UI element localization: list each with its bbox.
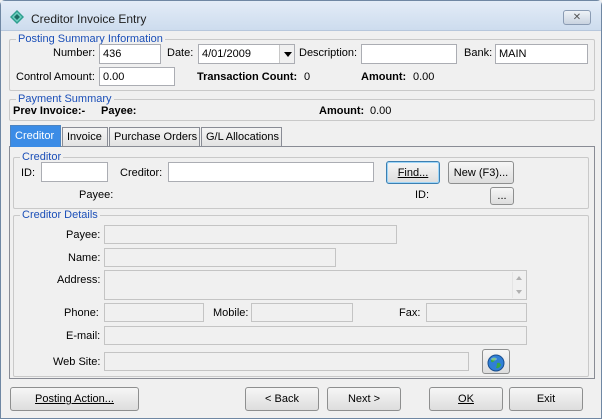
diamond-app-icon [10,10,24,24]
details-payee-label: Payee: [66,229,101,241]
details-website-label: Web Site: [53,356,101,368]
creditor-payee-id-label: ID: [415,189,430,201]
control-amount-label: Control Amount: [16,71,95,83]
details-payee-field[interactable] [104,225,397,244]
creditor-invoice-window: Creditor Invoice Entry ✕ Posting Summary… [0,0,602,419]
details-mobile-field[interactable] [251,303,353,322]
ok-button-label: OK [458,393,474,405]
bank-field[interactable]: MAIN [495,44,588,64]
close-icon: ✕ [572,12,582,23]
details-address-label: Address: [57,274,101,286]
new-creditor-button[interactable]: New (F3)... [448,161,514,184]
details-name-label: Name: [68,252,101,264]
chevron-down-icon[interactable] [279,45,294,63]
posting-action-button-label: Posting Action... [35,393,114,405]
description-field[interactable] [361,44,457,64]
number-field[interactable]: 436 [99,44,161,64]
tab-purchase-orders-label: Purchase Orders [114,131,198,143]
details-email-label: E-mail: [66,330,101,342]
tab-gl-allocations-label: G/L Allocations [206,131,279,143]
number-label: Number: [53,47,96,59]
next-button[interactable]: Next > [327,387,401,411]
back-button-label: < Back [265,393,299,405]
creditor-name-field[interactable] [168,162,374,182]
tab-creditor[interactable]: Creditor [10,125,61,147]
find-button[interactable]: Find... [386,161,440,184]
date-combo[interactable]: 4/01/2009 [198,44,295,64]
creditor-id-label: ID: [21,167,36,179]
payment-summary-legend: Payment Summary [16,93,114,105]
payment-payee-label: Payee: [101,105,137,117]
posting-amount-value: 0.00 [413,71,435,83]
tab-invoice[interactable]: Invoice [62,127,108,146]
scroll-down-icon[interactable] [516,290,522,294]
globe-icon [487,354,505,371]
details-website-field[interactable] [104,352,469,371]
creditor-name-label: Creditor: [120,167,163,179]
bank-label: Bank: [464,47,493,59]
posting-action-button[interactable]: Posting Action... [10,387,139,411]
window-title: Creditor Invoice Entry [31,12,147,26]
tab-creditor-label: Creditor [15,130,55,142]
transaction-count-label: Transaction Count: [197,71,298,83]
details-name-field[interactable] [104,248,336,267]
open-website-button[interactable] [482,349,510,374]
payee-lookup-button-label: ... [497,190,507,202]
date-value: 4/01/2009 [202,48,251,60]
back-button[interactable]: < Back [245,387,319,411]
scroll-up-icon[interactable] [516,276,522,280]
payment-amount-label: Amount: [319,105,365,117]
exit-button[interactable]: Exit [509,387,583,411]
tab-gl-allocations[interactable]: G/L Allocations [201,127,282,146]
next-button-label: Next > [347,393,381,405]
details-email-field[interactable] [104,326,527,345]
description-label: Description: [299,47,358,59]
details-phone-field[interactable] [104,303,204,322]
prev-invoice-label: Prev Invoice:- [13,105,86,117]
details-fax-label: Fax: [399,307,421,319]
address-scrollbar[interactable] [512,272,525,298]
details-mobile-label: Mobile: [213,307,249,319]
creditor-id-field[interactable] [41,162,108,182]
ok-button[interactable]: OK [429,387,503,411]
posting-amount-label: Amount: [361,71,407,83]
new-creditor-button-label: New (F3)... [453,166,509,179]
details-phone-label: Phone: [64,307,99,319]
transaction-count-value: 0 [304,71,311,83]
payment-summary-group: Payment Summary [9,93,595,121]
exit-button-label: Exit [536,393,556,405]
details-address-field[interactable] [104,270,527,300]
close-button[interactable]: ✕ [563,10,591,25]
tab-invoice-label: Invoice [67,131,102,143]
details-fax-field[interactable] [426,303,527,322]
payment-amount-value: 0.00 [370,105,392,117]
find-button-label: Find... [397,166,429,179]
control-amount-field[interactable]: 0.00 [99,67,175,86]
title-bar: Creditor Invoice Entry ✕ [1,1,601,31]
creditor-payee-label: Payee: [79,189,114,201]
payee-lookup-button[interactable]: ... [490,187,514,205]
date-label: Date: [167,47,194,59]
creditor-details-legend: Creditor Details [20,209,100,221]
tab-purchase-orders[interactable]: Purchase Orders [109,127,200,146]
